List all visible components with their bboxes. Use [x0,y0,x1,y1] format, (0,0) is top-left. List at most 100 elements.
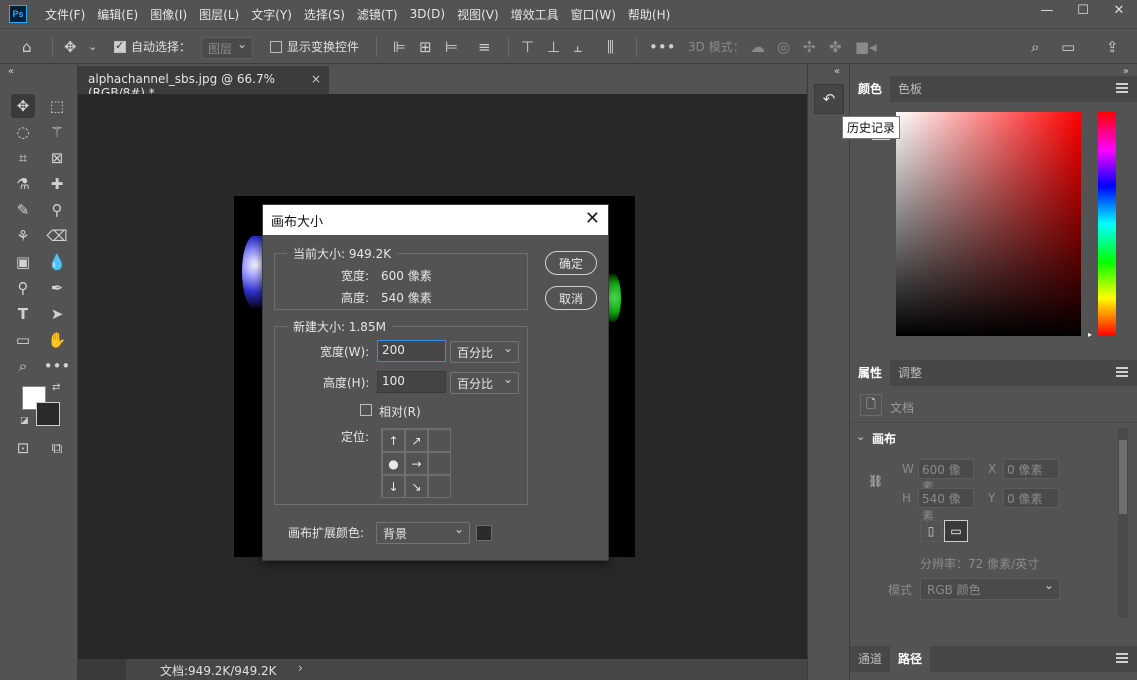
landscape-icon[interactable]: ▭ [944,520,968,542]
auto-select-target-dropdown[interactable]: 图层 [201,37,253,59]
workspace-icon[interactable]: ▭ [1061,37,1075,57]
quick-mask-icon[interactable]: ⊡ [11,436,35,460]
auto-select-checkbox[interactable] [114,39,126,53]
magic-wand-tool-icon[interactable]: ⚚ [45,120,69,144]
anchor-empty[interactable] [428,429,451,452]
tab-channels[interactable]: 通道 [850,646,890,672]
anchor-empty[interactable] [428,475,451,498]
height-unit-dropdown[interactable]: 百分比 [450,372,519,394]
path-selection-tool-icon[interactable]: ➤ [45,302,69,326]
canvas-y-field[interactable]: 0 像素 [1003,488,1059,508]
blur-tool-icon[interactable]: 💧 [45,250,69,274]
search-icon[interactable]: ⌕ [1031,37,1039,57]
3d-pan-icon[interactable]: ✣ [803,37,816,57]
link-icon[interactable]: ⛓ [868,474,883,488]
anchor-down-right-arrow-icon[interactable]: ↘ [405,475,428,498]
eyedropper-tool-icon[interactable]: ⚗ [11,172,35,196]
3d-roll-icon[interactable]: ◎ [777,37,790,57]
chevron-down-icon[interactable]: ⌄ [856,430,865,443]
properties-scrollbar[interactable] [1118,428,1128,618]
canvas-width-field[interactable]: 600 像素 [918,459,974,494]
marquee-tool-icon[interactable]: ⬚ [45,94,69,118]
3d-slide-icon[interactable]: ✤ [829,37,842,57]
move-tool-preset-icon[interactable]: ✥ [64,37,77,57]
more-tools-icon[interactable]: ••• [44,354,71,378]
extension-color-dropdown[interactable]: 背景 [376,522,470,544]
gradient-tool-icon[interactable]: ▣ [11,250,35,274]
anchor-right-arrow-icon[interactable]: → [405,452,428,475]
align-bottom-icon[interactable]: ⫠ [573,37,582,57]
align-center-icon[interactable]: ⊞ [419,37,432,57]
width-input[interactable]: 200 [377,340,446,362]
tab-swatches[interactable]: 色板 [890,76,930,102]
menu-plugins[interactable]: 增效工具 [505,6,565,23]
chevron-down-icon[interactable]: ⌄ [88,37,97,57]
align-right-icon[interactable]: ⊨ [445,37,458,57]
more-options-icon[interactable]: ••• [649,37,676,57]
menu-file[interactable]: 文件(F) [39,6,91,23]
hand-tool-icon[interactable]: ✋ [45,328,69,352]
default-colors-icon[interactable]: ◪ [20,416,29,426]
color-mode-dropdown[interactable]: RGB 颜色 [920,578,1060,600]
menu-view[interactable]: 视图(V) [451,6,505,23]
healing-brush-tool-icon[interactable]: ✚ [45,172,69,196]
show-transform-checkbox[interactable] [270,41,282,53]
panel-menu-icon[interactable] [1116,83,1128,93]
extension-color-swatch[interactable] [476,525,492,541]
lasso-tool-icon[interactable]: ◌ [11,120,35,144]
menu-filter[interactable]: 滤镜(T) [351,6,404,23]
panel-menu-icon[interactable] [1116,653,1128,663]
relative-checkbox[interactable] [360,404,372,416]
menu-help[interactable]: 帮助(H) [622,6,676,23]
anchor-empty[interactable] [428,452,451,475]
screen-mode-icon[interactable]: ⧉ [45,436,69,460]
align-top-icon[interactable]: ⊤ [521,37,534,57]
ok-button[interactable]: 确定 [545,251,597,275]
canvas-x-field[interactable]: 0 像素 [1003,459,1059,479]
zoom-tool-icon[interactable]: ⌕ [11,354,35,378]
align-middle-icon[interactable]: ⊥ [547,37,560,57]
scrollbar-thumb[interactable] [1119,440,1127,514]
portrait-icon[interactable]: ▯ [920,520,942,542]
canvas-height-field[interactable]: 540 像素 [918,488,974,523]
history-panel-icon[interactable]: ↶ [814,84,844,114]
menu-3d[interactable]: 3D(D) [404,7,451,21]
clone-stamp-tool-icon[interactable]: ⚲ [45,198,69,222]
maximize-button[interactable]: ☐ [1065,0,1101,20]
status-chevron-right-icon[interactable]: › [298,661,303,675]
rectangle-tool-icon[interactable]: ▭ [11,328,35,352]
anchor-center-dot-icon[interactable]: ● [382,452,405,475]
hue-slider[interactable] [1098,112,1116,336]
menu-image[interactable]: 图像(I) [144,6,193,23]
zoom-field[interactable] [78,659,126,680]
tab-paths[interactable]: 路径 [890,646,931,672]
crop-tool-icon[interactable]: ⌗ [11,146,35,170]
close-tab-icon[interactable]: × [311,72,321,86]
home-icon[interactable]: ⌂ [22,37,32,57]
pen-tool-icon[interactable]: ✒ [45,276,69,300]
align-left-icon[interactable]: ⊫ [393,37,406,57]
height-input[interactable]: 100 [377,371,446,393]
3d-orbit-icon[interactable]: ☁ [750,37,765,57]
menu-type[interactable]: 文字(Y) [245,6,298,23]
history-brush-tool-icon[interactable]: ⚘ [11,224,35,248]
frame-tool-icon[interactable]: ⊠ [45,146,69,170]
color-picker-field[interactable] [896,112,1081,336]
brush-tool-icon[interactable]: ✎ [11,198,35,222]
anchor-up-arrow-icon[interactable]: ↑ [382,429,405,452]
anchor-down-arrow-icon[interactable]: ↓ [382,475,405,498]
dodge-tool-icon[interactable]: ⚲ [11,276,35,300]
hue-slider-arrow-icon[interactable]: ▸ [1088,330,1092,339]
move-tool-icon[interactable]: ✥ [11,94,35,118]
background-color-swatch[interactable] [36,402,60,426]
3d-camera-icon[interactable]: ■◂ [855,37,877,57]
menu-select[interactable]: 选择(S) [298,6,351,23]
distribute-icon[interactable]: ≡ [478,37,491,57]
menu-layer[interactable]: 图层(L) [193,6,245,23]
anchor-up-right-arrow-icon[interactable]: ↗ [405,429,428,452]
type-tool-icon[interactable]: T [11,302,35,326]
menu-edit[interactable]: 编辑(E) [91,6,144,23]
menu-window[interactable]: 窗口(W) [565,6,622,23]
width-unit-dropdown[interactable]: 百分比 [450,341,519,363]
close-window-button[interactable]: ✕ [1101,0,1137,20]
